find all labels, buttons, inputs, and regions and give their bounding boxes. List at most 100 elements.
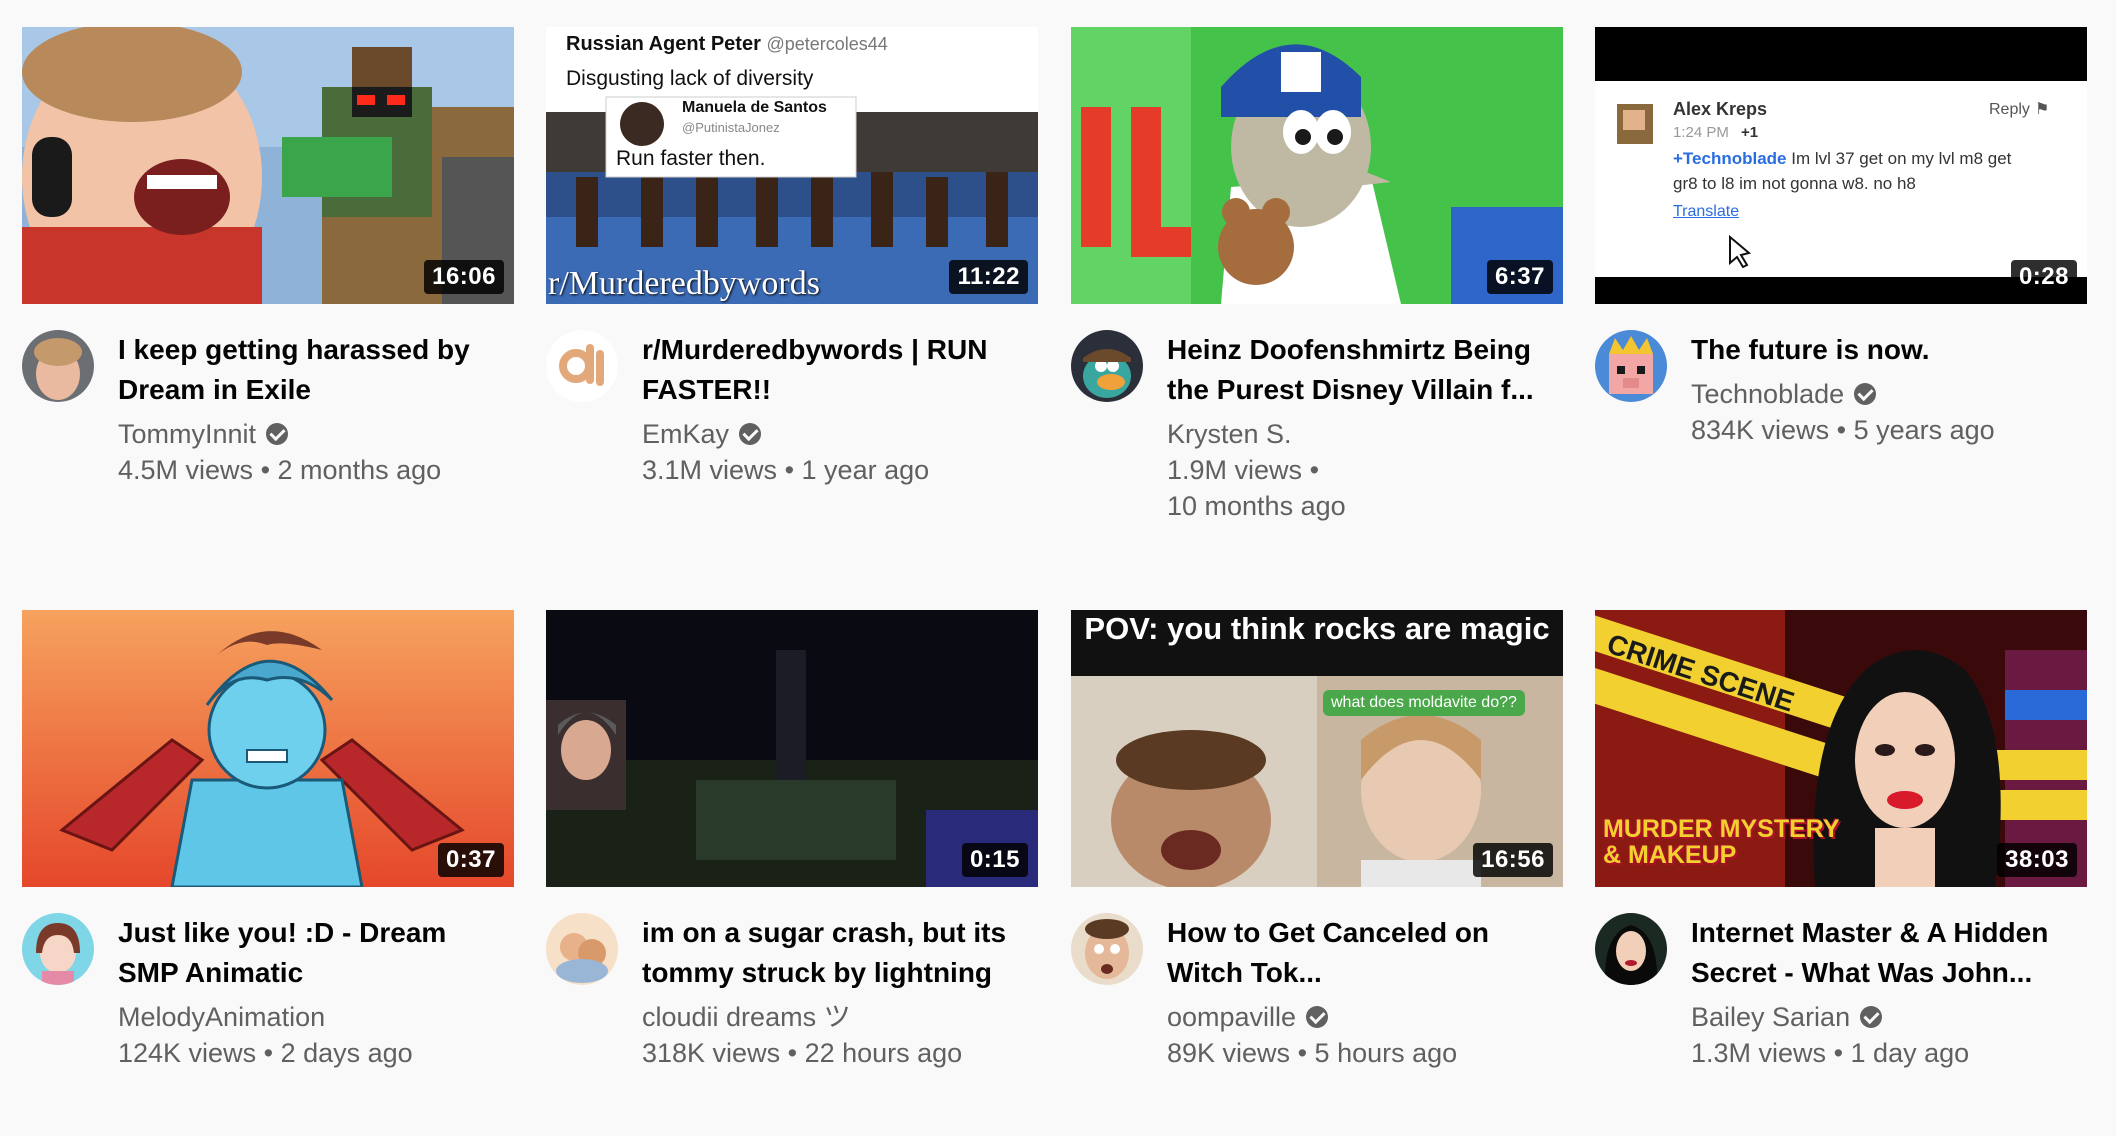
video-thumbnail[interactable]: CRIME SCENE MURDER MYSTERY & MAKEUP 38:0… [1595,610,2087,887]
video-card[interactable]: Alex Kreps Reply ⚑ 1:24 PM +1 +Technobla… [1595,27,2087,448]
video-thumbnail[interactable]: POV: you think rocks are magic what does… [1071,610,1563,887]
video-card[interactable]: 16:06 I keep getting harassed by Dream i… [22,27,514,488]
duration-badge: 0:28 [2010,260,2077,294]
upload-age: 1 day ago [1850,1038,1970,1068]
video-card[interactable]: Russian Agent Peter @petercoles44 Disgus… [546,27,1038,488]
video-stats: 834K views • 5 years ago [1691,412,2071,448]
channel-name-row: MelodyAnimation [118,999,498,1035]
thumbnail-bubble: what does moldavite do?? [1323,690,1525,716]
duration-badge: 6:37 [1486,260,1553,294]
separator: • [1833,1038,1844,1068]
subreddit-caption: r/Murderedbywords [548,265,820,302]
verified-badge-icon [739,423,762,445]
channel-avatar[interactable] [1071,330,1143,402]
video-title[interactable]: im on a sugar crash, but its tommy struc… [642,913,1022,993]
reply-text: Run faster then. [616,147,766,170]
view-count: 89K views [1167,1038,1291,1068]
separator: • [787,1038,798,1068]
upload-age: 10 months ago [1167,491,1346,521]
video-stats: 124K views • 2 days ago [118,1035,498,1071]
video-stats: 318K views • 22 hours ago [642,1035,1022,1071]
channel-name[interactable]: Bailey Sarian [1691,999,1850,1035]
channel-avatar[interactable] [546,913,618,985]
video-title[interactable]: Just like you! :D - Dream SMP Animatic [118,913,498,993]
channel-avatar[interactable] [1595,330,1667,402]
verified-badge-icon [1306,1006,1329,1028]
view-count: 1.3M views [1691,1038,1827,1068]
separator: • [1309,455,1320,485]
separator: • [260,455,271,485]
reply-author: Manuela de Santos [682,99,827,116]
separator: • [263,1038,274,1068]
channel-name[interactable]: cloudii dreams ツ [642,999,851,1035]
reply-handle: @PutinistaJonez [682,120,780,135]
channel-avatar[interactable] [1071,913,1143,985]
video-title[interactable]: Internet Master & A Hidden Secret - What… [1691,913,2071,993]
channel-name-row: oompaville [1167,999,1547,1035]
channel-name-row: TommyInnit [118,416,498,452]
video-card[interactable]: POV: you think rocks are magic what does… [1071,610,1563,1071]
view-count: 834K views [1691,415,1830,445]
tweet-handle: @petercoles44 [766,34,888,54]
video-thumbnail[interactable]: 6:37 [1071,27,1563,304]
video-card[interactable]: 6:37 Heinz Doofenshmirtz Being the Pures… [1071,27,1563,524]
avatar-image [22,913,94,985]
comment-author: Alex Kreps [1673,99,1768,119]
channel-name-row: Bailey Sarian [1691,999,2071,1035]
channel-name[interactable]: Technoblade [1691,376,1844,412]
avatar-image [1595,913,1667,985]
channel-avatar[interactable] [22,913,94,985]
video-card[interactable]: 0:15 im on a sugar crash, but its tommy … [546,610,1038,1071]
comment-text-line1: Im lvl 37 get on my lvl m8 get [1786,149,2012,168]
verified-badge-icon [266,423,289,445]
duration-badge: 0:37 [437,843,504,877]
channel-name-row: EmKay [642,416,1022,452]
comment-reply-link: Reply [1989,101,2030,118]
comment-mention: +Technoblade [1673,149,1787,168]
badge-murder-mystery: MURDER MYSTERY [1603,815,1840,843]
upload-age: 5 years ago [1853,415,1995,445]
comment-plus-one: +1 [1741,124,1759,141]
video-title[interactable]: I keep getting harassed by Dream in Exil… [118,330,498,410]
video-thumbnail[interactable]: Alex Kreps Reply ⚑ 1:24 PM +1 +Technobla… [1595,27,2087,304]
view-count: 4.5M views [118,455,254,485]
channel-name[interactable]: TommyInnit [118,416,256,452]
video-thumbnail[interactable]: 0:15 [546,610,1038,887]
channel-name[interactable]: oompaville [1167,999,1296,1035]
duration-badge: 16:56 [1473,843,1553,877]
view-count: 124K views [118,1038,257,1068]
channel-avatar[interactable] [546,330,618,402]
tweet-text: Disgusting lack of diversity [566,67,814,90]
video-card[interactable]: 0:37 Just like you! :D - Dream SMP Anima… [22,610,514,1071]
translate-link: Translate [1673,203,1740,220]
badge-makeup: & MAKEUP [1603,841,1737,869]
channel-name[interactable]: MelodyAnimation [118,999,325,1035]
avatar-image [1071,330,1143,402]
video-stats: 3.1M views • 1 year ago [642,452,1022,488]
duration-badge: 0:15 [961,843,1028,877]
upload-age: 2 months ago [277,455,442,485]
upload-age: 2 days ago [280,1038,413,1068]
video-stats: 1.9M views • 10 months ago [1167,452,1547,524]
view-count: 3.1M views [642,455,778,485]
upload-age: 1 year ago [801,455,930,485]
comment-time: 1:24 PM [1673,124,1729,141]
view-count: 318K views [642,1038,781,1068]
video-card[interactable]: CRIME SCENE MURDER MYSTERY & MAKEUP 38:0… [1595,610,2087,1071]
tweet-author: Russian Agent Peter [566,33,761,55]
video-title[interactable]: The future is now. [1691,330,2071,370]
channel-name[interactable]: EmKay [642,416,729,452]
video-thumbnail[interactable]: 0:37 [22,610,514,887]
separator: • [1297,1038,1308,1068]
video-thumbnail[interactable]: 16:06 [22,27,514,304]
video-grid: 16:06 I keep getting harassed by Dream i… [0,0,2116,1136]
video-title[interactable]: Heinz Doofenshmirtz Being the Purest Dis… [1167,330,1547,410]
separator: • [1836,415,1847,445]
video-thumbnail[interactable]: Russian Agent Peter @petercoles44 Disgus… [546,27,1038,304]
video-title[interactable]: r/Murderedbywords | RUN FASTER!! [642,330,1022,410]
view-count: 1.9M views [1167,455,1303,485]
channel-avatar[interactable] [1595,913,1667,985]
channel-name[interactable]: Krysten S. [1167,416,1292,452]
channel-avatar[interactable] [22,330,94,402]
video-title[interactable]: How to Get Canceled on Witch Tok... [1167,913,1547,993]
